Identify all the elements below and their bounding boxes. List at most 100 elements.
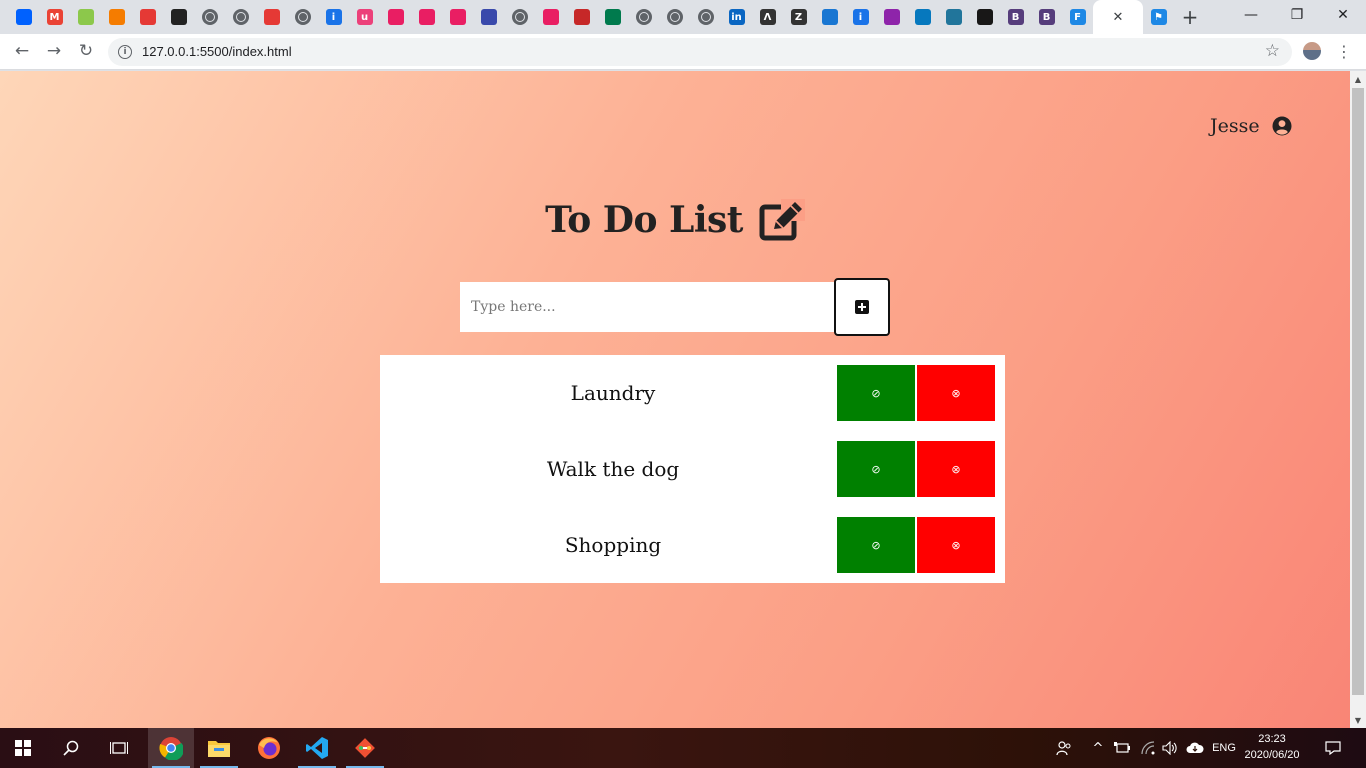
browser-tab[interactable] [411, 0, 442, 34]
browser-tab[interactable]: M [39, 0, 70, 34]
browser-tab[interactable] [473, 0, 504, 34]
complete-task-button[interactable]: ⊘ [837, 365, 915, 421]
close-tab-icon[interactable]: ✕ [1113, 10, 1124, 25]
delete-task-button[interactable]: ⊗ [917, 517, 995, 573]
language-indicator[interactable]: ENG [1208, 728, 1240, 768]
play-icon [418, 9, 435, 25]
browser-tab[interactable]: i [845, 0, 876, 34]
browser-tab[interactable]: in [721, 0, 752, 34]
address-url[interactable]: 127.0.0.1:5500/index.html [142, 44, 292, 59]
notification-icon[interactable] [1320, 728, 1346, 768]
page-scrollbar[interactable]: ▲ ▼ [1350, 71, 1366, 728]
delete-task-button[interactable]: ⊗ [917, 441, 995, 497]
browser-tab[interactable] [132, 0, 163, 34]
task-row: Shopping ⊘ ⊗ [380, 517, 1005, 573]
browser-tab[interactable] [969, 0, 1000, 34]
scroll-thumb[interactable] [1352, 88, 1364, 695]
bookmark-star-icon[interactable]: ☆ [1265, 41, 1280, 61]
browser-tab[interactable] [70, 0, 101, 34]
chrome-icon[interactable] [148, 728, 194, 768]
browser-tab[interactable]: ⚑ [1143, 0, 1174, 34]
browser-tab[interactable]: u [349, 0, 380, 34]
minimize-button[interactable]: — [1228, 0, 1274, 30]
play-icon [387, 9, 404, 25]
browser-tab[interactable] [566, 0, 597, 34]
task-label: Shopping [564, 533, 662, 557]
add-task-button[interactable] [834, 278, 890, 336]
people-icon[interactable] [1052, 728, 1076, 768]
browser-tab[interactable] [8, 0, 39, 34]
browser-tab[interactable]: Z [783, 0, 814, 34]
new-tab-button[interactable]: + [1174, 0, 1206, 34]
browser-tab[interactable] [907, 0, 938, 34]
task-view-icon[interactable] [96, 728, 142, 768]
arch-icon [170, 9, 187, 25]
firefox-icon[interactable] [246, 728, 292, 768]
browser-tab[interactable] [628, 0, 659, 34]
check-circle-icon: ⊘ [871, 538, 881, 552]
browser-tab[interactable] [938, 0, 969, 34]
browser-tab[interactable] [194, 0, 225, 34]
git-icon[interactable] [342, 728, 388, 768]
tab-list: Mi u in Λ Zi B B F ✕ ⚑ + [8, 0, 1206, 34]
browser-tab[interactable]: F [1062, 0, 1093, 34]
onedrive-cloud-icon[interactable] [1184, 728, 1206, 768]
browser-tab[interactable] [504, 0, 535, 34]
browser-tab[interactable]: B [1031, 0, 1062, 34]
browser-tab-active[interactable]: ✕ [1093, 0, 1143, 34]
battery-icon[interactable] [1112, 728, 1132, 768]
chrome-menu-icon[interactable]: ⋮ [1334, 41, 1354, 61]
browser-tab[interactable] [535, 0, 566, 34]
user-circle-icon [1272, 116, 1292, 136]
github-icon [976, 9, 993, 25]
complete-task-button[interactable]: ⊘ [837, 441, 915, 497]
browser-tab[interactable] [380, 0, 411, 34]
times-circle-icon: ⊗ [951, 386, 961, 400]
task-input[interactable] [460, 282, 834, 332]
delete-task-button[interactable]: ⊗ [917, 365, 995, 421]
search-icon[interactable] [48, 728, 94, 768]
browser-tab[interactable] [256, 0, 287, 34]
profile-avatar[interactable] [1303, 42, 1321, 60]
vscode-icon[interactable] [294, 728, 340, 768]
chevron-up-icon[interactable]: ^ [1090, 728, 1106, 768]
clock[interactable]: 23:23 2020/06/20 [1240, 731, 1304, 763]
browser-tab[interactable]: Λ [752, 0, 783, 34]
browser-tab[interactable] [287, 0, 318, 34]
wifi-icon[interactable] [1138, 728, 1158, 768]
windows-start-icon[interactable] [0, 728, 46, 768]
f-icon: F [1069, 9, 1086, 25]
browser-tab[interactable] [225, 0, 256, 34]
browser-tab[interactable] [163, 0, 194, 34]
z-icon: Z [790, 9, 807, 25]
cap-icon [542, 9, 559, 25]
linkedin-icon: in [728, 9, 745, 25]
browser-tab[interactable] [659, 0, 690, 34]
windows-taskbar: ^ ENG 23:23 2020/06/20 [0, 728, 1366, 768]
browser-tab[interactable] [690, 0, 721, 34]
maximize-button[interactable]: ❐ [1274, 0, 1320, 30]
browser-tab[interactable]: B [1000, 0, 1031, 34]
user-menu[interactable]: Jesse [1210, 115, 1292, 137]
info-icon: i [325, 9, 342, 25]
address-bar[interactable]: i 127.0.0.1:5500/index.html ☆ [108, 38, 1292, 66]
site-info-icon[interactable]: i [118, 45, 132, 59]
u-icon: u [356, 9, 373, 25]
browser-tab[interactable] [442, 0, 473, 34]
scroll-down-arrow-icon[interactable]: ▼ [1350, 712, 1366, 728]
reload-button[interactable]: ↻ [72, 37, 100, 65]
scroll-up-arrow-icon[interactable]: ▲ [1350, 71, 1366, 87]
back-button[interactable]: ← [8, 37, 36, 65]
browser-toolbar: ← → ↻ i 127.0.0.1:5500/index.html ☆ ⋮ [0, 34, 1366, 70]
file-explorer-icon[interactable] [196, 728, 242, 768]
forward-button[interactable]: → [40, 37, 68, 65]
close-window-button[interactable]: ✕ [1320, 0, 1366, 30]
browser-tab[interactable]: i [318, 0, 349, 34]
browser-tab[interactable] [876, 0, 907, 34]
browser-tab[interactable] [101, 0, 132, 34]
browser-tab[interactable] [597, 0, 628, 34]
browser-tab[interactable] [814, 0, 845, 34]
volume-icon[interactable] [1160, 728, 1180, 768]
complete-task-button[interactable]: ⊘ [837, 517, 915, 573]
flag-za-icon [604, 9, 621, 25]
